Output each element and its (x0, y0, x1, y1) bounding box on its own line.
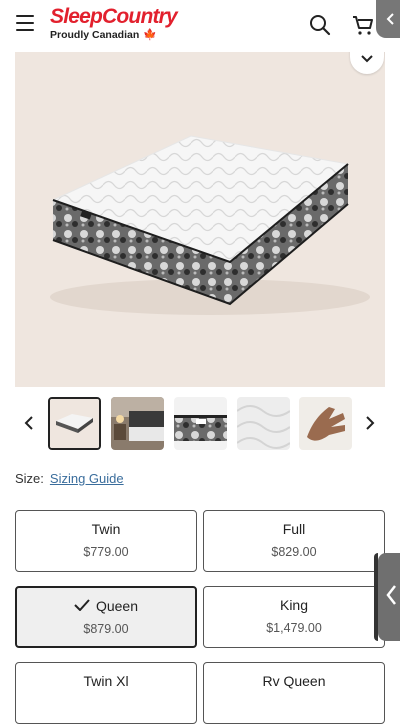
chevron-left-icon[interactable] (376, 0, 400, 38)
chevron-left-icon (385, 584, 397, 611)
size-option-twin-xl[interactable]: Twin Xl (15, 662, 197, 724)
size-row: Size: Sizing Guide (15, 471, 124, 486)
size-option-name: King (279, 597, 309, 613)
size-option-king[interactable]: King $1,479.00 (203, 586, 385, 648)
brand-name: SleepCountry (50, 5, 178, 28)
size-option-price: $879.00 (83, 622, 129, 636)
size-option-queen[interactable]: Queen $879.00 (15, 586, 197, 648)
size-option-name: Twin Xl (83, 673, 129, 689)
thumbnail-strip (0, 395, 400, 453)
site-header: SleepCountry Proudly Canadian 🍁 (0, 0, 400, 52)
size-option-name: Rv Queen (262, 673, 326, 689)
size-option-name: Queen (95, 598, 139, 614)
cart-icon[interactable] (350, 12, 376, 38)
size-option-price: $829.00 (271, 545, 317, 559)
sleep-country-logo[interactable]: SleepCountry Proudly Canadian 🍁 (50, 4, 178, 41)
size-option-name: Full (282, 521, 306, 537)
search-icon[interactable] (307, 12, 333, 38)
size-option-name: Twin (91, 521, 121, 537)
product-main-image[interactable] (15, 52, 385, 387)
size-option-price: $779.00 (83, 545, 129, 559)
size-label: Size: (15, 471, 44, 486)
chevron-left-icon[interactable] (17, 411, 41, 435)
size-option-price: $1,479.00 (266, 621, 322, 635)
size-option-rv-queen[interactable]: Rv Queen (203, 662, 385, 724)
thumbnail-hand-pressing-foam[interactable] (299, 397, 352, 450)
sizing-guide-link[interactable]: Sizing Guide (50, 471, 124, 486)
thumbnail-quilted-top-detail[interactable] (237, 397, 290, 450)
hamburger-menu-icon[interactable] (16, 15, 34, 31)
mattress-illustration (50, 135, 370, 315)
tagline-text: Proudly Canadian (50, 28, 140, 41)
checkmark-icon (74, 598, 90, 614)
size-option-twin[interactable]: Twin $779.00 (15, 510, 197, 572)
side-panel-toggle[interactable] (374, 553, 400, 641)
thumbnail-mattress-angle[interactable] (48, 397, 101, 450)
thumbnail-mattress-side-detail[interactable] (174, 397, 227, 450)
maple-leaf-icon: 🍁 (143, 29, 157, 41)
thumbnail-bedroom-scene[interactable] (111, 397, 164, 450)
chevron-right-icon[interactable] (358, 411, 382, 435)
size-option-full[interactable]: Full $829.00 (203, 510, 385, 572)
